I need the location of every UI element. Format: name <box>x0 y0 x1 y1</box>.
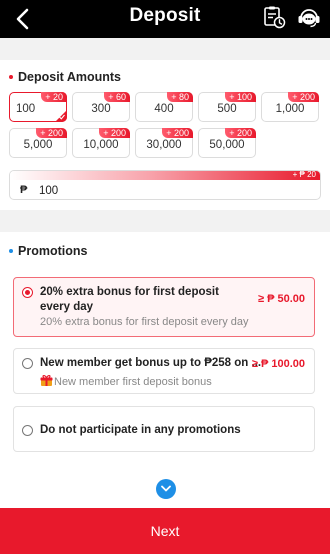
promotions-heading: Promotions <box>9 244 87 258</box>
promotion-min-amount: ≥ ₱ 50.00 <box>257 293 305 305</box>
amount-option-50000[interactable]: + 200 50,000 <box>198 128 256 158</box>
header-bar: Deposit <box>0 0 330 38</box>
amount-option-5000[interactable]: + 200 5,000 <box>9 128 67 158</box>
chevron-down-icon <box>161 485 171 492</box>
amount-value: 5,000 <box>23 139 53 151</box>
promotion-subtitle: New member first deposit bonus <box>54 376 212 388</box>
promotion-title: New member get bonus up to ₱258 on ... <box>40 357 262 369</box>
amount-bonus-badge: + 200 <box>36 128 67 138</box>
amount-value: 1,000 <box>275 103 305 115</box>
scroll-down-button[interactable] <box>156 479 176 499</box>
deposit-amounts-heading: Deposit Amounts <box>9 70 121 84</box>
amount-bonus-badge: + 200 <box>225 128 256 138</box>
radio-icon[interactable] <box>22 358 33 369</box>
promotion-option-first-deposit[interactable]: 20% extra bonus for first deposit every … <box>13 277 315 337</box>
amount-value: 400 <box>154 103 174 115</box>
currency-symbol: ₱ <box>20 184 28 196</box>
deposit-amount-input[interactable]: + ₱ 20 ₱ 100 <box>9 170 321 200</box>
amount-option-100[interactable]: + 20 100 <box>9 92 67 122</box>
amount-option-1000[interactable]: + 200 1,000 <box>261 92 319 122</box>
bonus-strip-label: + ₱ 20 <box>292 170 316 179</box>
gift-icon <box>40 375 53 386</box>
amount-value: 100 <box>16 103 36 115</box>
amount-option-300[interactable]: + 60 300 <box>72 92 130 122</box>
customer-service-icon[interactable] <box>296 5 322 29</box>
section-dot-icon <box>9 249 13 253</box>
promotion-title: 20% extra bonus for first deposit every … <box>40 286 219 313</box>
promotion-option-new-member[interactable]: New member get bonus up to ₱258 on ... ≥… <box>13 348 315 394</box>
amount-bonus-badge: + 200 <box>99 128 130 138</box>
amount-bonus-badge: + 200 <box>162 128 193 138</box>
amount-option-30000[interactable]: + 200 30,000 <box>135 128 193 158</box>
amount-value: 10,000 <box>83 139 119 151</box>
radio-icon[interactable] <box>22 425 33 436</box>
amount-bonus-badge: + 200 <box>288 92 319 102</box>
amount-value: 300 <box>91 103 111 115</box>
amount-value: 50,000 <box>209 139 245 151</box>
radio-selected-icon[interactable] <box>22 287 33 298</box>
bonus-strip: + ₱ 20 <box>10 171 320 180</box>
amount-option-400[interactable]: + 80 400 <box>135 92 193 122</box>
deposit-records-icon[interactable] <box>262 5 286 29</box>
amount-bonus-badge: + 100 <box>225 92 256 102</box>
amount-bonus-badge: + 60 <box>104 92 130 102</box>
amount-option-500[interactable]: + 100 500 <box>198 92 256 122</box>
amount-value: 500 <box>217 103 237 115</box>
deposit-amounts-title: Deposit Amounts <box>18 70 122 84</box>
amount-options-grid: + 20 100 + 60 300 + 80 400 + 100 500 + 2… <box>9 92 321 158</box>
deposit-amount-value: 100 <box>39 185 59 197</box>
check-icon <box>59 114 65 120</box>
section-dot-icon <box>9 75 13 79</box>
promotion-title: Do not participate in any promotions <box>40 424 241 436</box>
amount-bonus-badge: + 20 <box>41 92 67 102</box>
promotion-option-none[interactable]: Do not participate in any promotions <box>13 406 315 452</box>
next-button[interactable]: Next <box>0 508 330 554</box>
promotions-section: Promotions 20% extra bonus for first dep… <box>0 232 330 508</box>
amount-value: 30,000 <box>146 139 182 151</box>
promotion-subtitle: 20% extra bonus for first deposit every … <box>40 316 249 328</box>
amount-bonus-badge: + 80 <box>167 92 193 102</box>
promotions-title: Promotions <box>18 244 88 258</box>
amount-option-10000[interactable]: + 200 10,000 <box>72 128 130 158</box>
promotion-min-amount: ≥ ₱ 100.00 <box>251 358 305 370</box>
deposit-amounts-section: Deposit Amounts + 20 100 + 60 300 + 80 4… <box>0 60 330 210</box>
